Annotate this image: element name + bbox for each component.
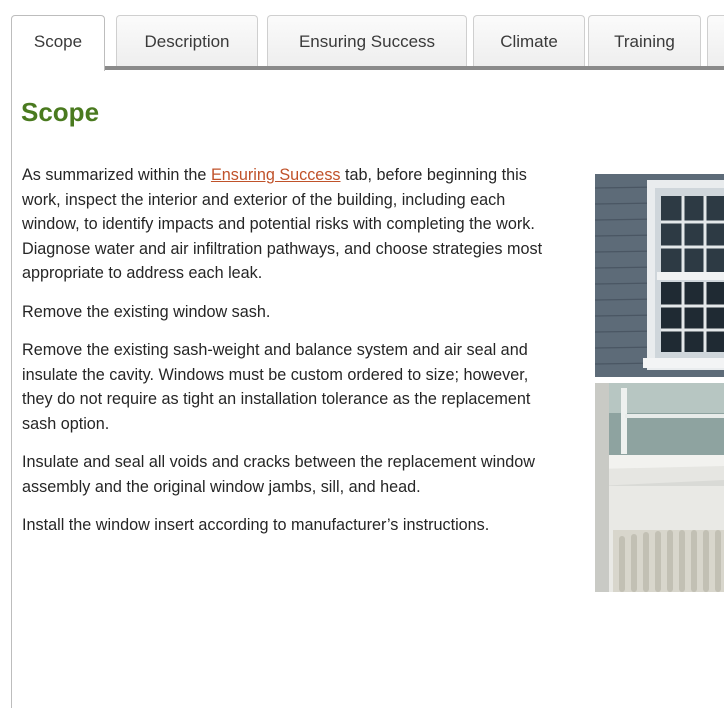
window-photo-stack (595, 174, 724, 592)
ensuring-success-link[interactable]: Ensuring Success (211, 166, 341, 184)
tab-ensuring-success[interactable]: Ensuring Success (267, 15, 467, 66)
tab-description[interactable]: Description (116, 15, 258, 66)
tab-overflow[interactable] (707, 15, 724, 66)
interior-window-photo (595, 383, 724, 592)
paragraph-3: Remove the existing sash-weight and bala… (22, 341, 531, 433)
tab-scope[interactable]: Scope (11, 15, 105, 71)
tab-bar: Scope Description Ensuring Success Clima… (11, 15, 724, 71)
paragraph-1-lead: As summarized within the (22, 166, 211, 184)
window-photos (595, 174, 724, 592)
exterior-window-photo (595, 174, 724, 377)
tab-training[interactable]: Training (588, 15, 701, 66)
tab-climate[interactable]: Climate (473, 15, 585, 66)
scope-text: As summarized within the Ensuring Succes… (22, 163, 582, 552)
page-title: Scope (21, 97, 100, 127)
tab-divider (11, 66, 724, 70)
paragraph-1: As summarized within the Ensuring Succes… (22, 163, 562, 286)
paragraph-5: Install the window insert according to m… (22, 516, 490, 534)
paragraph-2: Remove the existing window sash. (22, 302, 271, 321)
paragraph-4: Insulate and seal all voids and cracks b… (22, 453, 535, 496)
page: Scope Description Ensuring Success Clima… (0, 0, 724, 708)
